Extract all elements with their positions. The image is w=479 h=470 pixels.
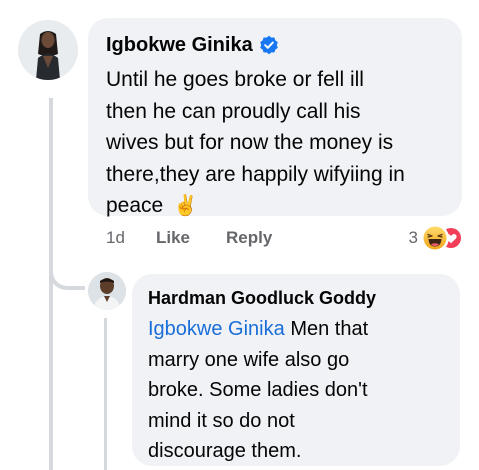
profile-photo-icon (18, 20, 78, 80)
comment-text-line: there,they are happily wifyiing in (106, 162, 405, 186)
reply-author: Hardman Goodluck Goddy (148, 286, 444, 310)
thread-elbow-line (49, 250, 85, 290)
comment-author-name[interactable]: Igbokwe Ginika (106, 34, 253, 57)
comment-text-line-last: peace ✌️ (106, 190, 442, 223)
reaction-icons (421, 224, 465, 252)
reply-button[interactable]: Reply (226, 228, 272, 248)
comment-text-line: peace (106, 194, 164, 217)
comment-actions: 1d Like Reply (106, 228, 272, 248)
comment-text: Until he goes broke or fell ill then he … (106, 64, 442, 223)
reply-text-line: mind it so do not (148, 409, 295, 432)
verified-badge-icon (259, 35, 278, 55)
comment-timestamp[interactable]: 1d (106, 228, 156, 248)
haha-icon (421, 224, 449, 252)
reply-text: Igbokwe Ginika Men that marry one wife a… (148, 314, 444, 467)
reply-text-line-first: Igbokwe Ginika Men that (148, 314, 444, 345)
comment-text-line: then he can proudly call his (106, 99, 361, 123)
comment-author: Igbokwe Ginika (106, 32, 444, 58)
reaction-count: 3 (408, 228, 418, 247)
profile-photo-icon (88, 272, 126, 310)
thread-line (49, 98, 53, 470)
reply-avatar[interactable] (88, 272, 126, 310)
reply-text-line: broke. Some ladies don't (148, 379, 368, 401)
comment-bubble: Igbokwe Ginika Until he goes broke or fe… (88, 18, 462, 217)
reply-text-line: discourage them. (148, 440, 302, 462)
reply-text-line: Men that (290, 318, 369, 340)
reply-text-line: marry one wife also go (148, 348, 350, 371)
like-button[interactable]: Like (156, 228, 226, 248)
mention-link[interactable]: Igbokwe Ginika (148, 318, 285, 340)
reply-bubble: Hardman Goodluck Goddy Igbokwe Ginika Me… (132, 274, 460, 466)
victory-hand-emoji-icon: ✌️ (173, 195, 198, 217)
reply-author-name[interactable]: Hardman Goodluck Goddy (148, 288, 376, 309)
reaction-summary[interactable]: 3 (409, 224, 465, 252)
reply-thread-line (104, 318, 107, 470)
comment-text-line: Until he goes broke or fell ill (106, 68, 364, 91)
avatar[interactable] (18, 20, 78, 80)
comment-text-line: wives but for now the money is (106, 131, 394, 154)
